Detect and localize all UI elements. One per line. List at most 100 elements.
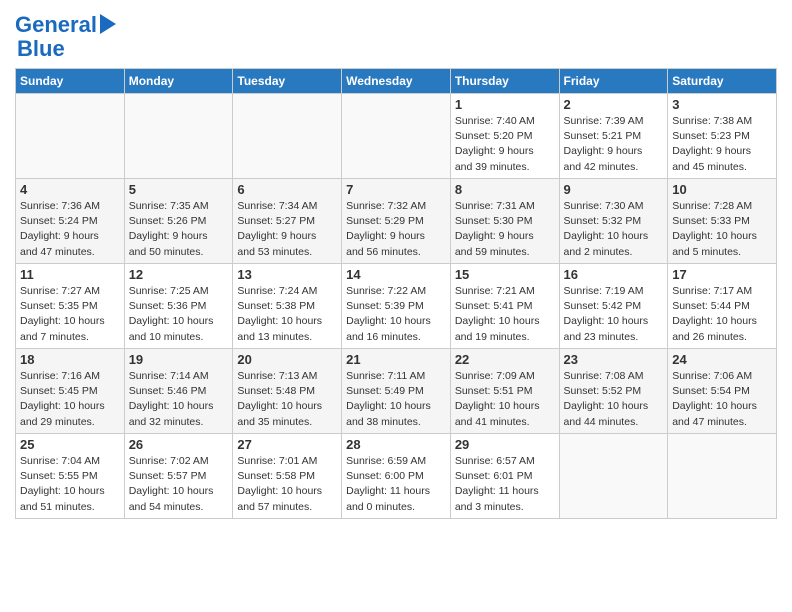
day-info: Sunrise: 7:25 AM Sunset: 5:36 PM Dayligh…	[129, 284, 229, 345]
cell-day	[342, 94, 451, 179]
cell-day: 28Sunrise: 6:59 AM Sunset: 6:00 PM Dayli…	[342, 434, 451, 519]
day-info: Sunrise: 7:16 AM Sunset: 5:45 PM Dayligh…	[20, 369, 120, 430]
day-number: 20	[237, 352, 337, 367]
day-info: Sunrise: 7:35 AM Sunset: 5:26 PM Dayligh…	[129, 199, 229, 260]
week-row-2: 4 Sunrise: 7:36 AM Sunset: 5:24 PM Daylig…	[16, 179, 777, 264]
col-header-tuesday: Tuesday	[233, 69, 342, 94]
day-number: 14	[346, 267, 446, 282]
week-row-5: 25 Sunrise: 7:04 AM Sunset: 5:55 PM Dayli…	[16, 434, 777, 519]
cell-day: 25 Sunrise: 7:04 AM Sunset: 5:55 PM Dayli…	[16, 434, 125, 519]
day-info: Sunrise: 7:34 AM Sunset: 5:27 PM Dayligh…	[237, 199, 337, 260]
day-info: Sunrise: 7:14 AM Sunset: 5:46 PM Dayligh…	[129, 369, 229, 430]
day-info: Sunrise: 7:28 AM Sunset: 5:33 PM Dayligh…	[672, 199, 772, 260]
logo: General Blue	[15, 14, 116, 62]
day-info: Sunrise: 6:57 AM Sunset: 6:01 PM Dayligh…	[455, 454, 555, 515]
cell-day: 18 Sunrise: 7:16 AM Sunset: 5:45 PM Dayli…	[16, 349, 125, 434]
day-info: Sunrise: 7:09 AM Sunset: 5:51 PM Dayligh…	[455, 369, 555, 430]
cell-day: 14 Sunrise: 7:22 AM Sunset: 5:39 PM Dayli…	[342, 264, 451, 349]
day-info: Sunrise: 6:59 AM Sunset: 6:00 PM Dayligh…	[346, 454, 446, 515]
day-info: Sunrise: 7:01 AM Sunset: 5:58 PM Dayligh…	[237, 454, 337, 515]
day-number: 24	[672, 352, 772, 367]
cell-day: 5 Sunrise: 7:35 AM Sunset: 5:26 PM Daylig…	[124, 179, 233, 264]
day-info: Sunrise: 7:39 AM Sunset: 5:21 PM Dayligh…	[564, 114, 664, 175]
cell-day: 21 Sunrise: 7:11 AM Sunset: 5:49 PM Dayli…	[342, 349, 451, 434]
cell-day: 8 Sunrise: 7:31 AM Sunset: 5:30 PM Daylig…	[450, 179, 559, 264]
day-info: Sunrise: 7:17 AM Sunset: 5:44 PM Dayligh…	[672, 284, 772, 345]
day-number: 9	[564, 182, 664, 197]
cell-day: 7Sunrise: 7:32 AM Sunset: 5:29 PM Daylig…	[342, 179, 451, 264]
day-number: 18	[20, 352, 120, 367]
day-number: 25	[20, 437, 120, 452]
day-number: 13	[237, 267, 337, 282]
day-info: Sunrise: 7:21 AM Sunset: 5:41 PM Dayligh…	[455, 284, 555, 345]
day-number: 21	[346, 352, 446, 367]
logo-blue: Blue	[17, 36, 116, 62]
col-header-wednesday: Wednesday	[342, 69, 451, 94]
cell-day: 20 Sunrise: 7:13 AM Sunset: 5:48 PM Dayli…	[233, 349, 342, 434]
col-header-monday: Monday	[124, 69, 233, 94]
day-number: 3	[672, 97, 772, 112]
logo-text: General	[15, 14, 97, 36]
day-number: 6	[237, 182, 337, 197]
day-number: 5	[129, 182, 229, 197]
day-info: Sunrise: 7:11 AM Sunset: 5:49 PM Dayligh…	[346, 369, 446, 430]
day-number: 8	[455, 182, 555, 197]
calendar-table: SundayMondayTuesdayWednesdayThursdayFrid…	[15, 68, 777, 519]
day-info: Sunrise: 7:24 AM Sunset: 5:38 PM Dayligh…	[237, 284, 337, 345]
day-number: 11	[20, 267, 120, 282]
day-info: Sunrise: 7:22 AM Sunset: 5:39 PM Dayligh…	[346, 284, 446, 345]
cell-day: 4 Sunrise: 7:36 AM Sunset: 5:24 PM Daylig…	[16, 179, 125, 264]
cell-day: 11 Sunrise: 7:27 AM Sunset: 5:35 PM Dayli…	[16, 264, 125, 349]
cell-day: 24Sunrise: 7:06 AM Sunset: 5:54 PM Dayli…	[668, 349, 777, 434]
cell-day	[124, 94, 233, 179]
cell-day: 12 Sunrise: 7:25 AM Sunset: 5:36 PM Dayli…	[124, 264, 233, 349]
day-info: Sunrise: 7:04 AM Sunset: 5:55 PM Dayligh…	[20, 454, 120, 515]
day-number: 15	[455, 267, 555, 282]
header-row: SundayMondayTuesdayWednesdayThursdayFrid…	[16, 69, 777, 94]
cell-day: 26Sunrise: 7:02 AM Sunset: 5:57 PM Dayli…	[124, 434, 233, 519]
day-number: 26	[129, 437, 229, 452]
day-number: 1	[455, 97, 555, 112]
day-number: 27	[237, 437, 337, 452]
day-info: Sunrise: 7:32 AM Sunset: 5:29 PM Dayligh…	[346, 199, 446, 260]
day-info: Sunrise: 7:36 AM Sunset: 5:24 PM Dayligh…	[20, 199, 120, 260]
day-info: Sunrise: 7:27 AM Sunset: 5:35 PM Dayligh…	[20, 284, 120, 345]
col-header-friday: Friday	[559, 69, 668, 94]
cell-day: 6 Sunrise: 7:34 AM Sunset: 5:27 PM Daylig…	[233, 179, 342, 264]
header: General Blue	[15, 10, 777, 62]
day-number: 12	[129, 267, 229, 282]
day-number: 10	[672, 182, 772, 197]
col-header-thursday: Thursday	[450, 69, 559, 94]
col-header-saturday: Saturday	[668, 69, 777, 94]
cell-day: 3 Sunrise: 7:38 AM Sunset: 5:23 PM Daylig…	[668, 94, 777, 179]
day-info: Sunrise: 7:13 AM Sunset: 5:48 PM Dayligh…	[237, 369, 337, 430]
week-row-4: 18 Sunrise: 7:16 AM Sunset: 5:45 PM Dayli…	[16, 349, 777, 434]
week-row-1: 1Sunrise: 7:40 AM Sunset: 5:20 PM Daylig…	[16, 94, 777, 179]
day-number: 19	[129, 352, 229, 367]
day-info: Sunrise: 7:08 AM Sunset: 5:52 PM Dayligh…	[564, 369, 664, 430]
cell-day: 23 Sunrise: 7:08 AM Sunset: 5:52 PM Dayli…	[559, 349, 668, 434]
cell-day: 9 Sunrise: 7:30 AM Sunset: 5:32 PM Daylig…	[559, 179, 668, 264]
day-info: Sunrise: 7:38 AM Sunset: 5:23 PM Dayligh…	[672, 114, 772, 175]
cell-day: 2 Sunrise: 7:39 AM Sunset: 5:21 PM Daylig…	[559, 94, 668, 179]
day-info: Sunrise: 7:19 AM Sunset: 5:42 PM Dayligh…	[564, 284, 664, 345]
cell-day	[233, 94, 342, 179]
day-number: 22	[455, 352, 555, 367]
day-number: 16	[564, 267, 664, 282]
cell-day: 17 Sunrise: 7:17 AM Sunset: 5:44 PM Dayli…	[668, 264, 777, 349]
day-number: 17	[672, 267, 772, 282]
day-info: Sunrise: 7:31 AM Sunset: 5:30 PM Dayligh…	[455, 199, 555, 260]
cell-day: 10 Sunrise: 7:28 AM Sunset: 5:33 PM Dayli…	[668, 179, 777, 264]
cell-day: 22 Sunrise: 7:09 AM Sunset: 5:51 PM Dayli…	[450, 349, 559, 434]
week-row-3: 11 Sunrise: 7:27 AM Sunset: 5:35 PM Dayli…	[16, 264, 777, 349]
cell-day	[668, 434, 777, 519]
day-number: 29	[455, 437, 555, 452]
cell-day: 29 Sunrise: 6:57 AM Sunset: 6:01 PM Dayli…	[450, 434, 559, 519]
day-number: 2	[564, 97, 664, 112]
cell-day	[16, 94, 125, 179]
day-info: Sunrise: 7:30 AM Sunset: 5:32 PM Dayligh…	[564, 199, 664, 260]
day-number: 4	[20, 182, 120, 197]
day-number: 23	[564, 352, 664, 367]
cell-day: 16 Sunrise: 7:19 AM Sunset: 5:42 PM Dayli…	[559, 264, 668, 349]
cell-day: 1Sunrise: 7:40 AM Sunset: 5:20 PM Daylig…	[450, 94, 559, 179]
